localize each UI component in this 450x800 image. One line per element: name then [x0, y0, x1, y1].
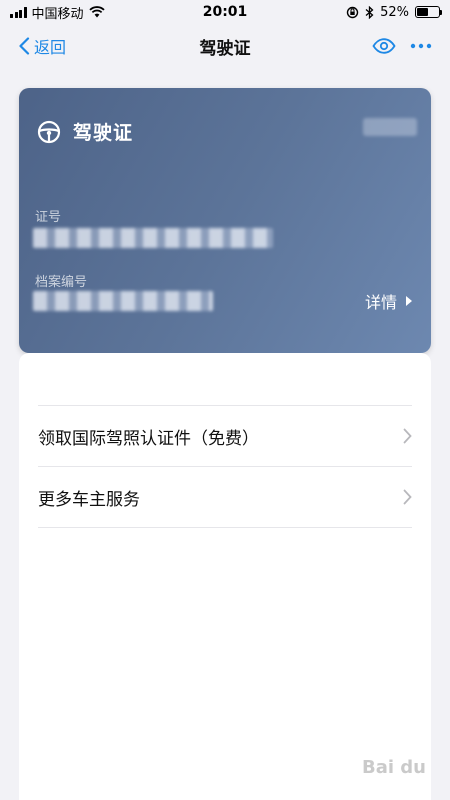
license-number-redacted	[33, 228, 273, 248]
license-card[interactable]: 驾驶证 证号 档案编号 详情	[19, 88, 431, 353]
steering-wheel-icon	[37, 120, 61, 143]
triangle-right-icon	[406, 296, 412, 306]
menu-item-label: 更多车主服务	[38, 489, 140, 510]
chevron-right-icon	[403, 489, 412, 505]
status-bar: 中国移动 20:01 52%	[0, 0, 450, 24]
redacted-name	[363, 118, 417, 136]
card-title: 驾驶证	[73, 122, 134, 144]
status-right: 52%	[346, 4, 442, 20]
file-number-redacted	[33, 291, 213, 311]
details-label: 详情	[364, 293, 397, 312]
file-number-label: 档案编号	[35, 275, 88, 290]
nav-actions	[372, 38, 432, 54]
menu-item-label: 领取国际驾照认证件（免费）	[38, 428, 259, 449]
eye-icon[interactable]	[372, 38, 396, 54]
chevron-left-icon	[19, 37, 30, 55]
card-header: 驾驶证	[37, 118, 133, 145]
status-time: 20:01	[202, 4, 248, 20]
page-title: 驾驶证	[199, 38, 251, 59]
divider	[38, 527, 412, 528]
battery-icon	[415, 6, 442, 18]
menu-item-international-license[interactable]: 领取国际驾照认证件（免费）	[38, 406, 412, 466]
details-button[interactable]: 详情	[365, 289, 413, 313]
carrier-name: 中国移动	[31, 6, 84, 22]
bluetooth-icon	[365, 5, 374, 19]
battery-percent: 52%	[380, 4, 409, 20]
license-number-label: 证号	[35, 210, 62, 225]
more-icon[interactable]	[410, 43, 432, 49]
services-panel: 领取国际驾照认证件（免费） 更多车主服务	[19, 353, 431, 800]
navigation-bar: 返回 驾驶证	[0, 24, 450, 68]
signal-icon	[10, 6, 27, 18]
chevron-right-icon	[403, 428, 412, 444]
back-label: 返回	[34, 38, 67, 57]
menu-item-more-services[interactable]: 更多车主服务	[38, 467, 412, 527]
baidu-watermark: Bai du	[361, 757, 426, 778]
status-left: 中国移动	[10, 3, 105, 22]
orientation-lock-icon	[346, 6, 359, 18]
back-button[interactable]: 返回	[18, 34, 66, 58]
wifi-icon	[88, 6, 105, 18]
